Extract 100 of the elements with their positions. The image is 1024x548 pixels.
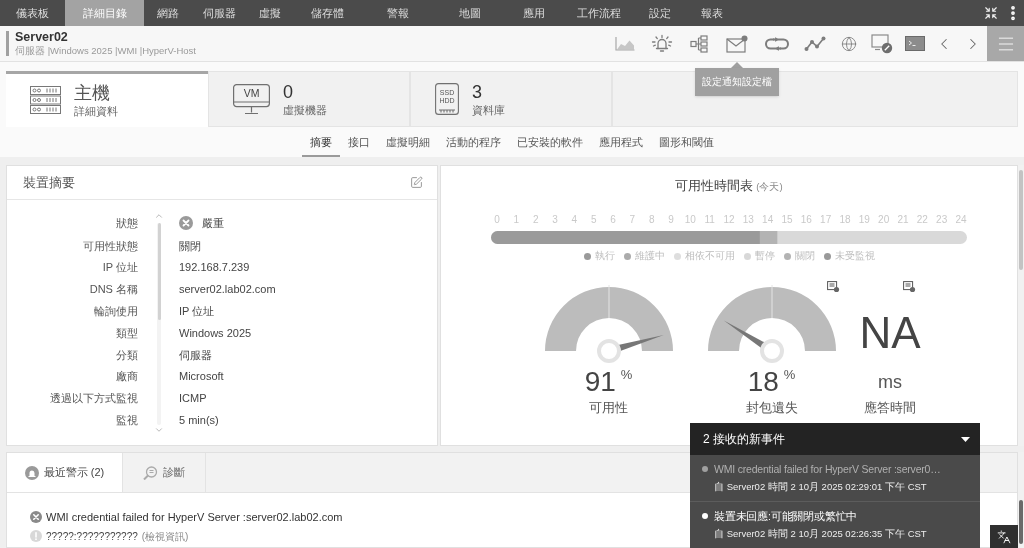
- scrollbar-thumb[interactable]: [1019, 500, 1023, 544]
- nav-tab[interactable]: 地圖: [434, 0, 505, 26]
- gauge-hub: [596, 339, 621, 364]
- line-chart-icon[interactable]: [804, 35, 826, 52]
- tooltip: 設定通知設定檔: [695, 62, 779, 96]
- gauge-label: 可用性: [589, 400, 628, 417]
- event-title[interactable]: WMI credential failed for HyperV Server :server0…: [714, 462, 941, 476]
- summary-card[interactable]: VM 0 虛擬機器: [208, 71, 410, 127]
- alert-message: WMI credential failed for HyperV Server :server02.lab02.com: [46, 509, 343, 525]
- field-value: Microsoft: [179, 369, 225, 385]
- card-title: 主機: [74, 82, 111, 104]
- gauge-label: 封包遺失: [745, 400, 798, 417]
- field-value: 伺服器: [179, 347, 213, 363]
- alert-message: ?????:???????????: [46, 529, 138, 544]
- field-label: 類型: [116, 325, 138, 341]
- nav-tab[interactable]: 網路: [144, 0, 192, 26]
- mail-icon[interactable]: [726, 34, 748, 53]
- card-title: 0: [283, 80, 294, 103]
- collapse-icon[interactable]: [984, 6, 998, 20]
- terminal-icon[interactable]: [904, 36, 925, 51]
- document-icon[interactable]: [827, 281, 840, 294]
- language-button[interactable]: [990, 525, 1018, 548]
- subtab[interactable]: 應用程式: [591, 129, 651, 157]
- loop-icon[interactable]: [764, 36, 790, 51]
- monitor-icon[interactable]: [871, 33, 893, 54]
- field-label: IP 位址: [102, 260, 138, 276]
- legend-label: 暫停: [754, 250, 775, 263]
- nav-tab[interactable]: 工作流程: [563, 0, 635, 26]
- monitor-label: VM: [243, 86, 260, 99]
- alarm-icon: [24, 465, 39, 480]
- card-label: 詳細資料: [74, 104, 118, 119]
- event-meta: 自 Server02 時間 2 10月 2025 02:29:01 下午 CST: [713, 481, 928, 493]
- nav-tab[interactable]: 儀表板: [0, 0, 65, 26]
- nav-tab[interactable]: 伺服器: [192, 0, 247, 26]
- subtab[interactable]: 圖形和閾值: [651, 129, 722, 157]
- globe-icon[interactable]: [841, 35, 857, 52]
- caret-icon[interactable]: [961, 436, 970, 442]
- error-icon: [30, 511, 42, 523]
- subtab[interactable]: 接口: [340, 129, 378, 157]
- gauge-value: 18: [747, 368, 779, 397]
- summary-card[interactable]: 主機 詳細資料: [6, 71, 208, 127]
- field-value: IP 位址: [179, 304, 216, 320]
- device-title: Server02: [15, 30, 69, 45]
- alarm-bell-icon[interactable]: [650, 34, 673, 53]
- subtab[interactable]: 虛擬明細: [378, 129, 438, 157]
- field-value: 192.168.7.239: [179, 260, 251, 276]
- metric-label: 應答時間: [864, 400, 916, 417]
- nav-tab[interactable]: 報表: [684, 0, 740, 26]
- field-value: Windows 2025: [179, 325, 253, 341]
- field-label: DNS 名稱: [89, 282, 138, 298]
- nav-tab[interactable]: 設定: [635, 0, 684, 26]
- subtab[interactable]: 摘要: [302, 129, 340, 157]
- field-value: server02.lab02.com: [179, 282, 276, 298]
- hierarchy-icon[interactable]: [689, 34, 708, 53]
- panel-tab[interactable]: 最近警示 (2): [7, 453, 123, 492]
- chart-subtitle: (今天): [756, 180, 783, 194]
- language-icon: [997, 529, 1011, 544]
- card-label: 虛擬機器: [283, 102, 327, 118]
- field-label: 可用性狀態: [83, 238, 138, 254]
- scrollbar-track[interactable]: [157, 223, 161, 425]
- field-label: 透過以下方式監視: [50, 391, 138, 407]
- nav-tab[interactable]: 儲存體: [293, 0, 362, 26]
- field-label: 輪詢使用: [94, 304, 138, 320]
- metric-value: NA: [859, 311, 921, 356]
- event-title[interactable]: 裝置未回應:可能關閉或繁忙中: [714, 509, 858, 523]
- nav-tab[interactable]: 應用: [505, 0, 563, 26]
- card-title: 3: [472, 80, 483, 103]
- field-label: 狀態: [116, 215, 138, 231]
- document-icon[interactable]: [903, 281, 916, 294]
- card-label: 資料庫: [472, 102, 505, 118]
- notification-title: 2 接收的新事件: [703, 431, 785, 448]
- legend-label: 維護中: [634, 250, 665, 263]
- view-info-link[interactable]: (檢視資訊): [141, 528, 189, 544]
- nav-tab[interactable]: 虛擬: [247, 0, 293, 26]
- critical-status-icon: [179, 216, 193, 230]
- drive-icon: [435, 83, 459, 115]
- edit-icon[interactable]: [410, 176, 423, 189]
- server-rack-icon: [30, 86, 61, 115]
- scrollbar-thumb[interactable]: [157, 223, 161, 320]
- info-icon: [30, 530, 42, 542]
- field-label: 分類: [116, 347, 138, 363]
- field-value: 5 min(s): [179, 413, 220, 428]
- field-label: 監視: [116, 413, 138, 428]
- field-value: 嚴重: [202, 215, 224, 231]
- event-meta: 自 Server02 時間 2 10月 2025 02:26:35 下午 CST: [713, 528, 928, 540]
- monitor-icon: [233, 83, 270, 115]
- gauge-value: 91: [584, 368, 616, 397]
- legend-label: 執行: [594, 250, 615, 263]
- field-label: 廠商: [116, 369, 138, 385]
- gauge-unit: %: [783, 368, 796, 383]
- subtab[interactable]: 活動的程序: [438, 129, 509, 157]
- field-value: ICMP: [179, 391, 208, 407]
- subtab[interactable]: 已安裝的軟件: [509, 129, 591, 157]
- nav-tab[interactable]: 警報: [362, 0, 434, 26]
- metric-unit: ms: [878, 372, 902, 393]
- gauge-unit: %: [620, 368, 633, 383]
- gauge-hub: [759, 339, 784, 364]
- panel-title: 裝置摘要: [23, 173, 75, 192]
- magnifier-icon: [143, 465, 158, 480]
- device-subtitle: 伺服器 |Windows 2025 |WMI |HyperV-Host: [15, 45, 196, 57]
